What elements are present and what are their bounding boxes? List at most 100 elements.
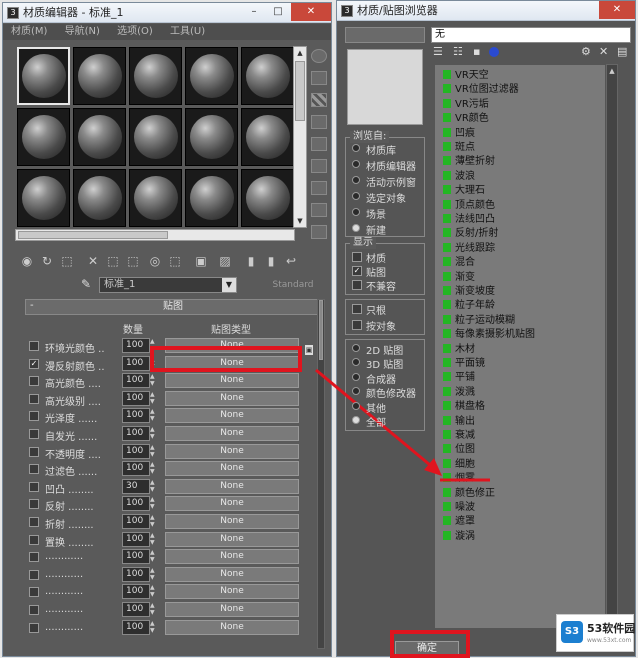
- chevron-down-icon[interactable]: ▼: [222, 278, 236, 292]
- map-enable-checkbox[interactable]: [29, 534, 39, 545]
- map-slot-button[interactable]: None: [165, 426, 299, 441]
- close-button[interactable]: ✕: [291, 3, 331, 21]
- map-type-item[interactable]: VR污垢: [443, 98, 489, 112]
- rollout-scrollbar[interactable]: [317, 299, 325, 649]
- map-type-item[interactable]: 粒子年龄: [443, 299, 495, 313]
- map-type-item[interactable]: 每像素摄影机贴图: [443, 328, 535, 342]
- spinner-arrows-icon[interactable]: ▲ ▼: [150, 461, 158, 476]
- minimize-button[interactable]: –: [243, 3, 265, 21]
- map-slot-button[interactable]: None: [165, 373, 299, 389]
- map-type-item[interactable]: 烟雾: [443, 472, 475, 486]
- map-scroll-up-icon[interactable]: ▲: [607, 65, 617, 77]
- assign-to-selection-icon[interactable]: ⬚: [59, 253, 75, 269]
- spinner-arrows-icon[interactable]: ▲ ▼: [150, 584, 158, 599]
- map-amount-spinner[interactable]: 100: [122, 496, 150, 512]
- show-end-result-icon[interactable]: ▣: [193, 253, 209, 269]
- map-enable-checkbox[interactable]: [29, 341, 39, 351]
- radio-button[interactable]: [352, 224, 360, 232]
- map-enable-checkbox[interactable]: [29, 481, 39, 492]
- material-navigator-icon[interactable]: [311, 225, 327, 239]
- map-enable-checkbox[interactable]: [29, 605, 39, 615]
- scroll-up-icon[interactable]: ▲: [294, 47, 306, 59]
- view-list-icon[interactable]: ☰: [433, 45, 443, 58]
- view-list-icons-icon[interactable]: ☷: [453, 45, 463, 58]
- map-enable-checkbox[interactable]: ✓: [29, 358, 39, 369]
- map-type-item[interactable]: 光线跟踪: [443, 242, 495, 256]
- map-type-item[interactable]: 漩涡: [443, 530, 475, 544]
- delete-icon[interactable]: ✕: [599, 45, 608, 58]
- put-to-scene-icon[interactable]: ↻: [39, 253, 55, 269]
- update-scene-icon[interactable]: ⚙: [581, 45, 591, 58]
- sample-slot[interactable]: [73, 47, 126, 105]
- material-editor-titlebar[interactable]: 3 材质编辑器 - 标准_1 – □ ✕: [3, 3, 331, 23]
- radio-button[interactable]: [352, 144, 360, 152]
- map-amount-spinner[interactable]: 100: [122, 443, 150, 459]
- sample-slot[interactable]: [241, 169, 294, 227]
- map-type-item[interactable]: 波浪: [443, 170, 475, 184]
- map-type-item[interactable]: 平铺: [443, 371, 475, 385]
- scroll-thumb[interactable]: [295, 61, 305, 121]
- map-type-item[interactable]: 反射/折射: [443, 227, 498, 241]
- map-type-item[interactable]: 混合: [443, 256, 475, 270]
- map-type-item[interactable]: VR位图过滤器: [443, 83, 519, 97]
- sample-slot[interactable]: [129, 47, 182, 105]
- eyedropper-icon[interactable]: ✎: [81, 277, 95, 291]
- background-icon[interactable]: [311, 93, 327, 107]
- radio-button[interactable]: [352, 416, 360, 424]
- map-slot-button[interactable]: None: [165, 443, 299, 459]
- sample-uv-icon[interactable]: [311, 115, 327, 129]
- checkbox[interactable]: [352, 280, 362, 290]
- radio-button[interactable]: [352, 192, 360, 200]
- make-preview-icon[interactable]: [311, 159, 327, 173]
- sample-slot[interactable]: [241, 47, 294, 105]
- map-enable-checkbox[interactable]: [29, 499, 39, 510]
- map-amount-spinner[interactable]: 100: [122, 338, 150, 353]
- map-slot-button[interactable]: None: [165, 584, 299, 600]
- map-slot-button[interactable]: None: [165, 602, 299, 617]
- map-type-item[interactable]: 细胞: [443, 458, 475, 472]
- map-enable-checkbox[interactable]: [29, 517, 39, 527]
- map-slot-button[interactable]: None: [165, 514, 299, 529]
- map-amount-spinner[interactable]: 100: [122, 584, 150, 600]
- put-to-library-icon[interactable]: ⬚: [125, 253, 141, 269]
- map-slot-button[interactable]: None: [165, 549, 299, 565]
- clear-icon[interactable]: ▤: [617, 45, 627, 58]
- map-amount-spinner[interactable]: 100: [122, 355, 150, 371]
- spinner-arrows-icon[interactable]: ▲ ▼: [150, 426, 158, 441]
- radio-button[interactable]: [352, 344, 360, 352]
- map-slot-button[interactable]: None: [165, 619, 299, 635]
- sample-slot-hscrollbar[interactable]: [15, 229, 295, 241]
- scroll-down-icon[interactable]: ▼: [294, 215, 306, 227]
- select-by-material-icon[interactable]: [311, 203, 327, 217]
- radio-button[interactable]: [352, 160, 360, 168]
- map-type-item[interactable]: 薄壁折射: [443, 155, 495, 169]
- map-enable-checkbox[interactable]: [29, 411, 39, 422]
- get-material-icon[interactable]: ◉: [19, 253, 35, 269]
- map-slot-button[interactable]: None: [165, 390, 299, 406]
- map-amount-spinner[interactable]: 100: [122, 390, 150, 406]
- sample-slot[interactable]: [17, 108, 70, 166]
- map-type-item[interactable]: 渐变坡度: [443, 285, 495, 299]
- map-amount-spinner[interactable]: 100: [122, 566, 150, 582]
- menu-material[interactable]: 材质(M): [11, 24, 47, 40]
- radio-button[interactable]: [352, 372, 360, 381]
- sample-slot-scrollbar[interactable]: ▲ ▼: [293, 46, 307, 228]
- map-type-item[interactable]: 输出: [443, 415, 475, 429]
- show-map-icon[interactable]: ⬚: [167, 253, 183, 269]
- spinner-arrows-icon[interactable]: ▲ ▼: [150, 549, 158, 564]
- map-enable-checkbox[interactable]: [29, 393, 39, 404]
- map-type-item[interactable]: 噪波: [443, 501, 475, 515]
- material-id-icon[interactable]: ◎: [147, 253, 163, 269]
- sample-slot[interactable]: [17, 47, 70, 105]
- maps-rollout-header[interactable]: - 贴图: [25, 299, 321, 315]
- spinner-arrows-icon[interactable]: ▲ ▼: [150, 602, 158, 617]
- hscroll-thumb[interactable]: [18, 231, 168, 239]
- map-amount-spinner[interactable]: 100: [122, 514, 150, 529]
- map-enable-checkbox[interactable]: [29, 446, 39, 457]
- menu-tools[interactable]: 工具(U): [170, 24, 205, 40]
- sample-slot[interactable]: [73, 169, 126, 227]
- map-amount-spinner[interactable]: 100: [122, 531, 150, 547]
- map-enable-checkbox[interactable]: [29, 376, 39, 387]
- map-type-item[interactable]: 遮罩: [443, 515, 475, 529]
- spinner-arrows-icon[interactable]: ▲ ▼: [150, 514, 158, 529]
